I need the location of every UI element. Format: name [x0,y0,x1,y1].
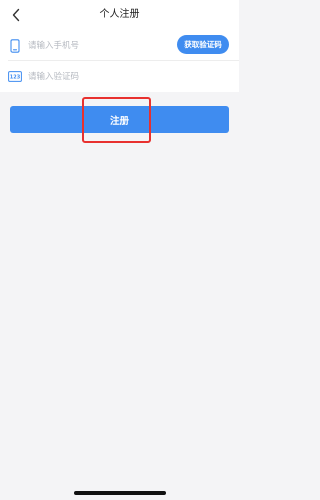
register-screen: 个人注册 获取验证码 123 注册 [0,0,239,500]
get-code-button[interactable]: 获取验证码 [177,35,229,54]
home-indicator [74,491,166,495]
phone-icon [8,38,22,53]
nav-bar: 个人注册 [0,0,239,30]
verification-code-icon: 123 [8,69,22,84]
register-button[interactable]: 注册 [10,106,229,133]
code-input[interactable] [28,68,168,85]
phone-row: 获取验证码 [0,30,239,61]
svg-text:123: 123 [10,75,21,81]
phone-input[interactable] [28,37,168,54]
code-row: 123 [0,61,239,92]
page-title: 个人注册 [99,9,140,20]
register-form: 获取验证码 123 [0,30,239,92]
